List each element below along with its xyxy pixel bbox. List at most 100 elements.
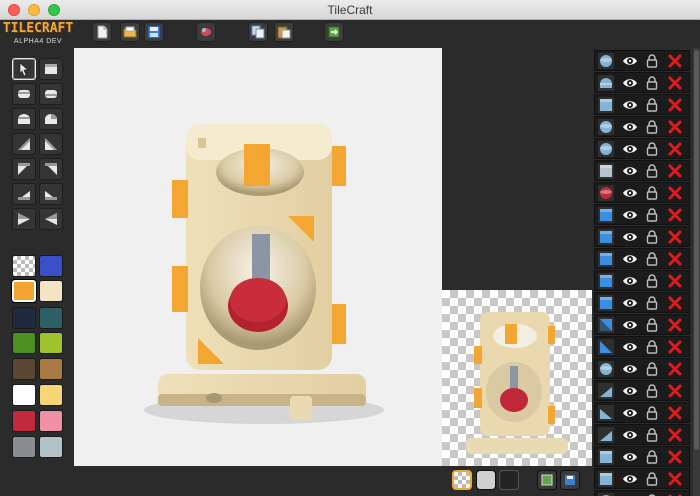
- padlock-icon[interactable]: [645, 339, 659, 355]
- eye-icon[interactable]: [622, 98, 638, 112]
- wedge-down-right-tool[interactable]: [39, 158, 63, 180]
- box-tool[interactable]: [39, 58, 63, 80]
- swatch-red[interactable]: [12, 410, 36, 432]
- padlock-icon[interactable]: [645, 295, 659, 311]
- padlock-icon[interactable]: [645, 361, 659, 377]
- select-tool[interactable]: [12, 58, 36, 80]
- layer-row[interactable]: [594, 72, 690, 93]
- padlock-icon[interactable]: [645, 119, 659, 135]
- layer-row[interactable]: [594, 292, 690, 313]
- delete-layer-icon[interactable]: [668, 405, 682, 421]
- delete-layer-icon[interactable]: [668, 449, 682, 465]
- paste-button[interactable]: [274, 22, 294, 42]
- swatch-yellow[interactable]: [39, 384, 63, 406]
- eye-icon[interactable]: [622, 340, 638, 354]
- padlock-icon[interactable]: [645, 207, 659, 223]
- eye-icon[interactable]: [622, 186, 638, 200]
- delete-layer-icon[interactable]: [668, 163, 682, 179]
- delete-layer-icon[interactable]: [668, 383, 682, 399]
- eye-icon[interactable]: [622, 406, 638, 420]
- layer-row[interactable]: [594, 94, 690, 115]
- layer-row[interactable]: [594, 116, 690, 137]
- corner-left-tool[interactable]: [12, 208, 36, 230]
- eye-icon[interactable]: [622, 318, 638, 332]
- edit-canvas[interactable]: [74, 48, 442, 466]
- padlock-icon[interactable]: [645, 53, 659, 69]
- layers-scrollbar[interactable]: [693, 48, 700, 496]
- padlock-icon[interactable]: [645, 449, 659, 465]
- eye-icon[interactable]: [622, 76, 638, 90]
- padlock-icon[interactable]: [645, 97, 659, 113]
- delete-layer-icon[interactable]: [668, 317, 682, 333]
- export-button[interactable]: [324, 22, 344, 42]
- swatch-white[interactable]: [12, 384, 36, 406]
- save-file-button[interactable]: [144, 22, 164, 42]
- swatch-orange[interactable]: [12, 280, 36, 302]
- delete-layer-icon[interactable]: [668, 141, 682, 157]
- layer-row[interactable]: [594, 336, 690, 357]
- swatch-cream[interactable]: [39, 280, 63, 302]
- eye-icon[interactable]: [622, 208, 638, 222]
- layer-row[interactable]: [594, 402, 690, 423]
- swatch-lime[interactable]: [39, 332, 63, 354]
- cylinder-horizontal-tool[interactable]: [12, 83, 36, 105]
- eye-icon[interactable]: [622, 120, 638, 134]
- layer-row[interactable]: [594, 248, 690, 269]
- swatch-pink[interactable]: [39, 410, 63, 432]
- delete-layer-icon[interactable]: [668, 471, 682, 487]
- eye-icon[interactable]: [622, 230, 638, 244]
- layer-row[interactable]: [594, 204, 690, 225]
- eye-icon[interactable]: [622, 142, 638, 156]
- swatch-brown-dark[interactable]: [12, 358, 36, 380]
- swatch-transparent[interactable]: [12, 255, 36, 277]
- swatch-brown[interactable]: [39, 358, 63, 380]
- swatch-green[interactable]: [12, 332, 36, 354]
- wedge-up-left-tool[interactable]: [12, 133, 36, 155]
- delete-layer-icon[interactable]: [668, 185, 682, 201]
- padlock-icon[interactable]: [645, 383, 659, 399]
- layer-row[interactable]: [594, 446, 690, 467]
- half-cylinder-alt-tool[interactable]: [39, 108, 63, 130]
- padlock-icon[interactable]: [645, 317, 659, 333]
- delete-layer-icon[interactable]: [668, 229, 682, 245]
- half-cylinder-tool[interactable]: [12, 108, 36, 130]
- eye-icon[interactable]: [622, 252, 638, 266]
- swatch-light-blue-gray[interactable]: [39, 436, 63, 458]
- export-png-button[interactable]: [537, 470, 557, 490]
- padlock-icon[interactable]: [645, 273, 659, 289]
- eye-icon[interactable]: [622, 54, 638, 68]
- eye-icon[interactable]: [622, 384, 638, 398]
- swatch-blue[interactable]: [39, 255, 63, 277]
- padlock-icon[interactable]: [645, 251, 659, 267]
- copy-button[interactable]: [248, 22, 268, 42]
- wedge-up-right-tool[interactable]: [39, 133, 63, 155]
- swatch-navy[interactable]: [12, 307, 36, 329]
- layer-row[interactable]: [594, 380, 690, 401]
- corner-right-tool[interactable]: [39, 208, 63, 230]
- eye-icon[interactable]: [622, 164, 638, 178]
- delete-layer-icon[interactable]: [668, 273, 682, 289]
- padlock-icon[interactable]: [645, 471, 659, 487]
- layer-row[interactable]: [594, 138, 690, 159]
- padlock-icon[interactable]: [645, 427, 659, 443]
- swatch-teal-dark[interactable]: [39, 307, 63, 329]
- delete-layer-icon[interactable]: [668, 53, 682, 69]
- delete-layer-icon[interactable]: [668, 75, 682, 91]
- layer-row[interactable]: [594, 226, 690, 247]
- eye-icon[interactable]: [622, 296, 638, 310]
- eye-icon[interactable]: [622, 274, 638, 288]
- layer-row[interactable]: [594, 270, 690, 291]
- delete-layer-icon[interactable]: [668, 339, 682, 355]
- swatch-gray[interactable]: [12, 436, 36, 458]
- layer-row[interactable]: [594, 160, 690, 181]
- padlock-icon[interactable]: [645, 405, 659, 421]
- ramp-left-tool[interactable]: [12, 183, 36, 205]
- layer-row[interactable]: [594, 50, 690, 71]
- delete-layer-icon[interactable]: [668, 207, 682, 223]
- padlock-icon[interactable]: [645, 141, 659, 157]
- eye-icon[interactable]: [622, 472, 638, 486]
- delete-layer-icon[interactable]: [668, 295, 682, 311]
- bg-dark-button[interactable]: [499, 470, 519, 490]
- delete-layer-icon[interactable]: [668, 119, 682, 135]
- eye-icon[interactable]: [622, 362, 638, 376]
